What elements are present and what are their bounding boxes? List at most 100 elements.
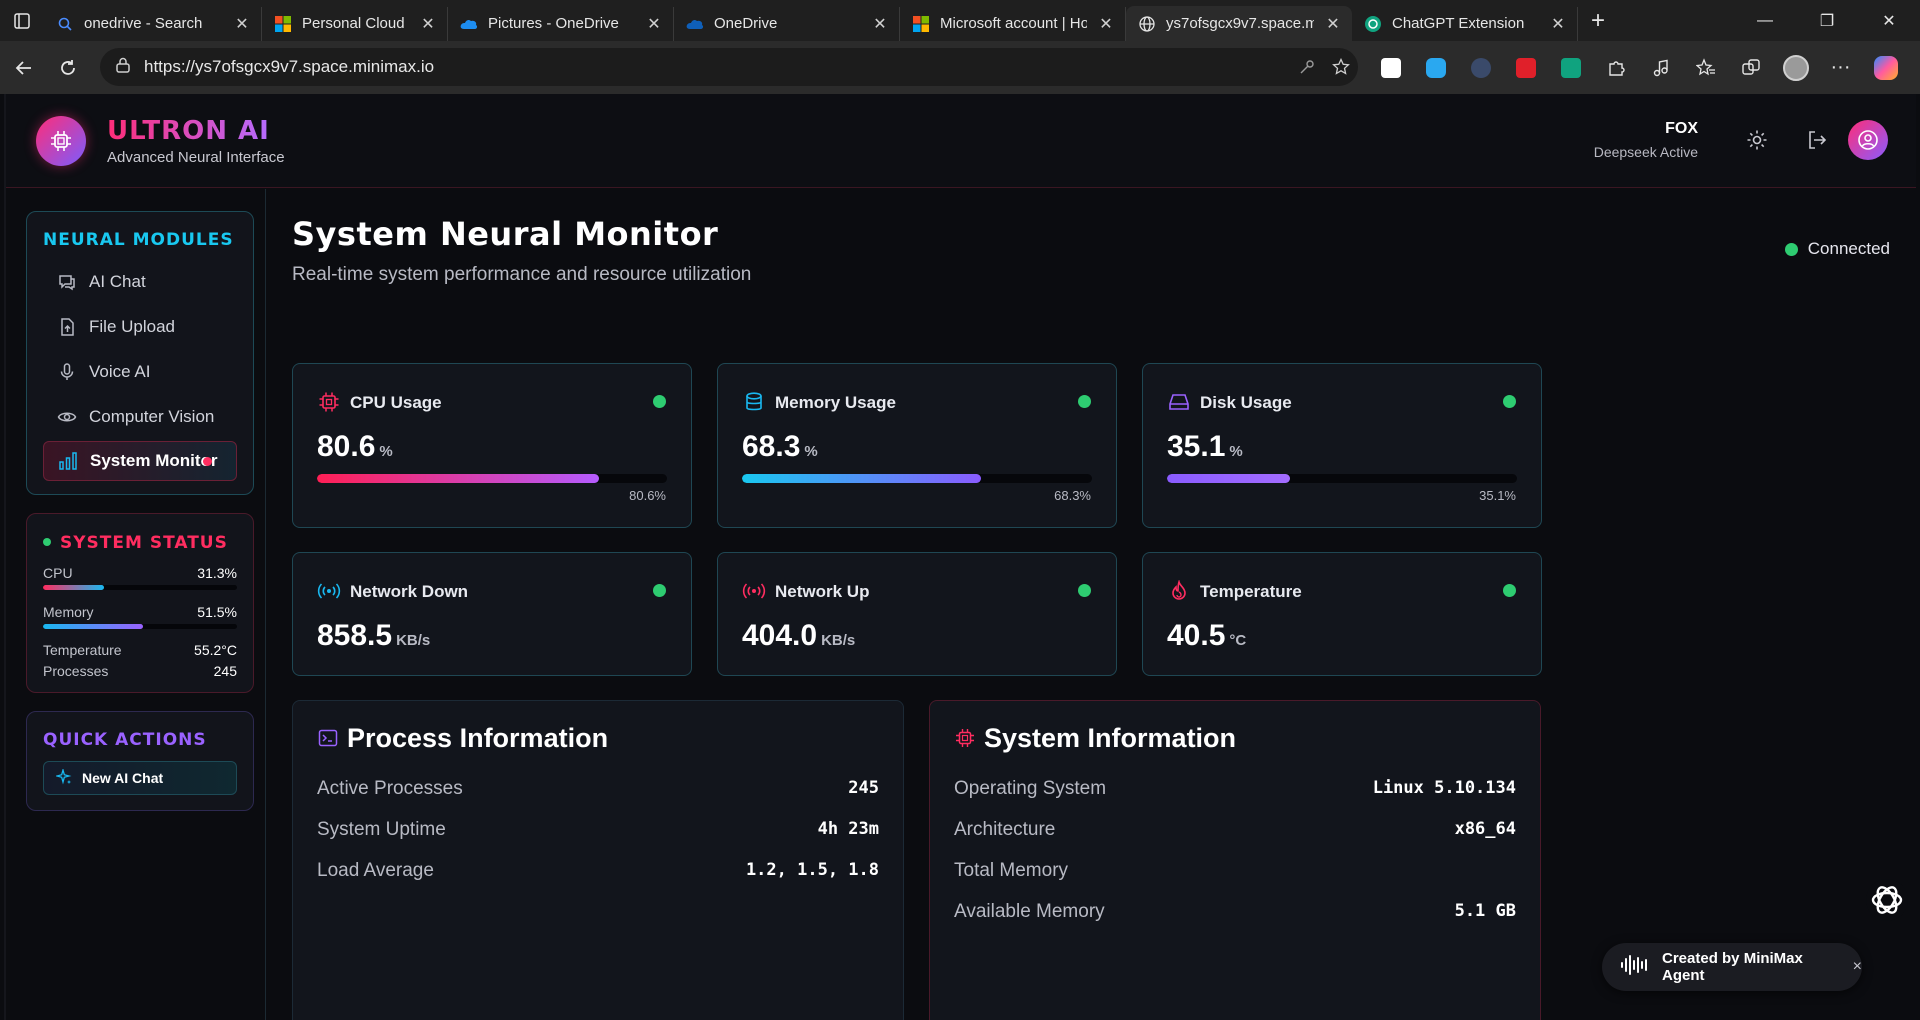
sidebar-item-file-upload[interactable]: File Upload [43,307,237,347]
card-progress-fill [1167,474,1290,483]
info-label: Operating System [954,778,1107,799]
refresh-icon[interactable] [46,46,90,90]
minimize-icon[interactable]: — [1734,0,1796,41]
system-information-panel: System Information Operating System Linu… [929,700,1541,1020]
key-icon[interactable] [1290,50,1324,84]
info-value: 1.2, 1.5, 1.8 [745,860,879,880]
card-status-dot [1078,584,1091,597]
info-label: System Uptime [317,819,446,840]
card-progress-fill [317,474,600,483]
pen-extension-icon[interactable] [1503,45,1548,90]
window-controls: — ❐ ✕ [1734,0,1920,41]
close-icon[interactable]: × [1853,958,1862,976]
info-label: Active Processes [317,778,463,799]
tab-title: Pictures - OneDrive [488,15,619,32]
user-name: FOX [1665,120,1698,137]
disk-usage-card: Disk Usage 35.1% 35.1% [1142,363,1542,528]
card-progress-fill [742,474,982,483]
info-label: Load Average [317,860,434,881]
status-memory-value: 51.5% [197,604,237,620]
chat-icon [57,272,77,292]
close-icon[interactable]: ✕ [233,14,251,34]
connection-label: Connected [1807,239,1890,258]
page-subtitle: Real-time system performance and resourc… [292,264,752,285]
close-icon[interactable]: ✕ [1097,14,1115,34]
sidebar-item-label: System Monitor [90,451,218,470]
sidebar-item-system-monitor[interactable]: System Monitor [43,441,237,481]
profile-avatar-icon[interactable] [1773,45,1818,90]
site-info-icon[interactable] [114,56,132,79]
card-status-dot [1078,395,1091,408]
card-unit: % [379,443,393,460]
onedrive-icon [460,15,478,33]
browser-tab[interactable]: Microsoft account | Ho ✕ [900,6,1126,41]
browser-tab[interactable]: Pictures - OneDrive ✕ [448,6,674,41]
new-ai-chat-button[interactable]: New AI Chat [43,761,237,795]
info-row: Operating System Linux 5.10.134 [954,778,1516,800]
user-status: Deepseek Active [1593,144,1698,160]
tab-title: Personal Cloud Storage [302,15,409,32]
address-bar[interactable]: https://ys7ofsgcx9v7.space.minimax.io [100,48,1358,86]
file-upload-icon [57,317,77,337]
back-icon[interactable] [2,46,46,90]
status-memory-label: Memory [43,604,94,620]
close-window-icon[interactable]: ✕ [1858,0,1920,41]
more-options-icon[interactable]: ··· [1818,45,1863,90]
tab-actions-icon[interactable] [0,0,44,41]
browser-tab[interactable]: ChatGPT Extension ✕ [1352,6,1578,41]
sidebar-item-computer-vision[interactable]: Computer Vision [43,397,237,437]
chatgpt-floating-icon[interactable] [1862,875,1912,925]
favorite-star-icon[interactable] [1324,50,1358,84]
bar-chart-icon [58,451,78,471]
logout-icon[interactable] [1801,124,1833,156]
tab-title: Microsoft account | Ho [940,15,1087,32]
favorites-icon[interactable] [1683,45,1728,90]
active-indicator-dot [203,457,212,466]
close-icon[interactable]: ✕ [871,14,889,34]
card-unit: °C [1229,632,1247,649]
quick-actions-title: QUICK ACTIONS [43,730,207,750]
browser-tab[interactable]: OneDrive ✕ [674,6,900,41]
browser-tab[interactable]: onedrive - Search ✕ [44,6,262,41]
card-value-line: 68.3% [742,430,818,464]
browser-tab-active[interactable]: ys7ofsgcx9v7.space.mi ✕ [1126,6,1352,41]
card-value-line: 404.0 KB/s [742,619,855,653]
status-memory-bar [43,624,237,629]
settings-gear-icon[interactable] [1741,124,1773,156]
sidebar-item-label: AI Chat [89,272,146,291]
sidebar-item-voice-ai[interactable]: Voice AI [43,352,237,392]
close-icon[interactable]: ✕ [1324,14,1342,34]
onedrive-icon [686,15,704,33]
card-title: Memory Usage [775,393,896,412]
status-cpu-row: CPU 31.3% [43,565,237,581]
card-title: Disk Usage [1200,393,1292,412]
app-root: ULTRON AI Advanced Neural Interface FOX … [4,94,1916,1020]
restore-icon[interactable]: ❐ [1796,0,1858,41]
extensions-puzzle-icon[interactable] [1593,45,1638,90]
close-icon[interactable]: ✕ [1549,14,1567,34]
collections-icon[interactable] [1728,45,1773,90]
new-tab-button[interactable]: + [1578,0,1618,41]
card-value: 858.5 [317,619,393,652]
copilot-icon[interactable] [1863,45,1908,90]
close-icon[interactable]: ✕ [645,14,663,34]
card-title: Network Up [775,582,870,601]
system-info-title: System Information [984,723,1237,753]
info-row: Active Processes 245 [317,778,879,800]
close-icon[interactable]: ✕ [419,14,437,34]
game-extension-icon[interactable] [1368,45,1413,90]
card-title: CPU Usage [350,393,442,412]
sidebar-item-ai-chat[interactable]: AI Chat [43,262,237,302]
chip-logo-icon [36,116,86,166]
browser-tab-bar: onedrive - Search ✕ Personal Cloud Stora… [0,0,1920,41]
bot-extension-icon[interactable] [1413,45,1458,90]
user-avatar-icon[interactable] [1848,120,1888,160]
browser-tab[interactable]: Personal Cloud Storage ✕ [262,6,448,41]
minimax-agent-badge[interactable]: Created by MiniMax Agent × [1602,943,1862,991]
url-text[interactable]: https://ys7ofsgcx9v7.space.minimax.io [144,57,1290,77]
web-extension-icon[interactable] [1458,45,1503,90]
info-value: 245 [848,778,879,798]
media-icon[interactable] [1638,45,1683,90]
chatgpt-extension-icon[interactable] [1548,45,1593,90]
chatgpt-icon [1364,15,1382,33]
